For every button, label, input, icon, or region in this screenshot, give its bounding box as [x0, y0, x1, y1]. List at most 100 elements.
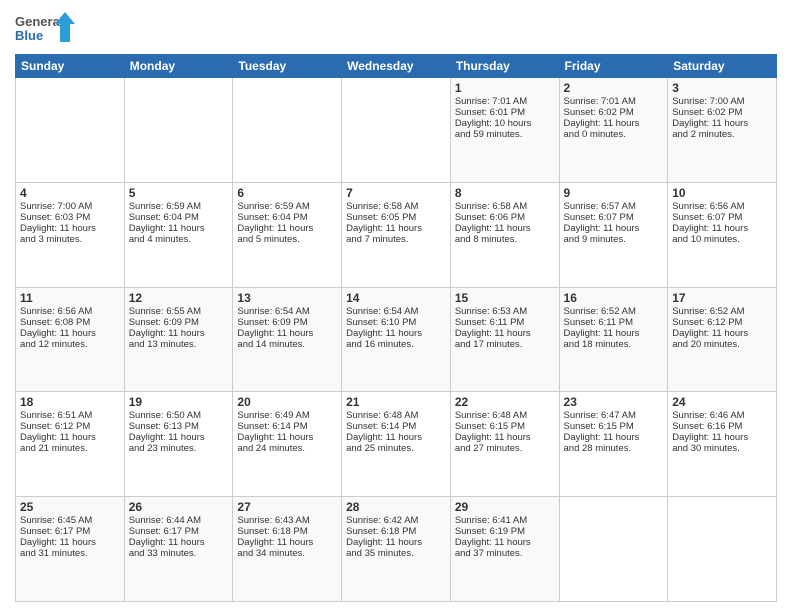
day-info-line: and 18 minutes. [564, 339, 664, 350]
day-info-line: Daylight: 11 hours [237, 223, 337, 234]
day-cell: 15Sunrise: 6:53 AMSunset: 6:11 PMDayligh… [450, 287, 559, 392]
day-number: 28 [346, 500, 446, 514]
day-info-line: Daylight: 11 hours [129, 328, 229, 339]
day-info-line: Sunset: 6:02 PM [564, 107, 664, 118]
day-number: 7 [346, 186, 446, 200]
day-info-line: Daylight: 11 hours [672, 328, 772, 339]
day-info-line: Daylight: 10 hours [455, 118, 555, 129]
day-number: 9 [564, 186, 664, 200]
day-info-line: and 24 minutes. [237, 443, 337, 454]
day-info-line: Sunset: 6:12 PM [20, 421, 120, 432]
day-info-line: Daylight: 11 hours [346, 537, 446, 548]
day-info-line: and 25 minutes. [346, 443, 446, 454]
day-cell: 18Sunrise: 6:51 AMSunset: 6:12 PMDayligh… [16, 392, 125, 497]
day-info-line: Sunrise: 6:41 AM [455, 515, 555, 526]
day-number: 2 [564, 81, 664, 95]
calendar-table: SundayMondayTuesdayWednesdayThursdayFrid… [15, 54, 777, 602]
day-info-line: Daylight: 11 hours [455, 432, 555, 443]
day-cell: 22Sunrise: 6:48 AMSunset: 6:15 PMDayligh… [450, 392, 559, 497]
day-info-line: Sunrise: 7:00 AM [672, 96, 772, 107]
day-info-line: Sunrise: 6:48 AM [455, 410, 555, 421]
day-info-line: Daylight: 11 hours [346, 432, 446, 443]
day-info-line: Daylight: 11 hours [564, 223, 664, 234]
day-info-line: Daylight: 11 hours [237, 328, 337, 339]
day-cell: 17Sunrise: 6:52 AMSunset: 6:12 PMDayligh… [668, 287, 777, 392]
day-info-line: Daylight: 11 hours [237, 537, 337, 548]
day-info-line: and 31 minutes. [20, 548, 120, 559]
day-info-line: and 17 minutes. [455, 339, 555, 350]
day-info-line: Sunrise: 7:01 AM [455, 96, 555, 107]
day-info-line: and 20 minutes. [672, 339, 772, 350]
header-day-monday: Monday [124, 55, 233, 78]
day-info-line: Sunset: 6:14 PM [346, 421, 446, 432]
day-info-line: Sunset: 6:11 PM [455, 317, 555, 328]
day-number: 19 [129, 395, 229, 409]
day-info-line: Sunset: 6:09 PM [237, 317, 337, 328]
week-row-3: 11Sunrise: 6:56 AMSunset: 6:08 PMDayligh… [16, 287, 777, 392]
header-day-saturday: Saturday [668, 55, 777, 78]
day-info-line: Daylight: 11 hours [237, 432, 337, 443]
day-cell [559, 497, 668, 602]
day-info-line: Sunset: 6:04 PM [129, 212, 229, 223]
day-info-line: and 9 minutes. [564, 234, 664, 245]
day-cell: 12Sunrise: 6:55 AMSunset: 6:09 PMDayligh… [124, 287, 233, 392]
day-info-line: Sunset: 6:08 PM [20, 317, 120, 328]
day-info-line: and 12 minutes. [20, 339, 120, 350]
day-info-line: and 7 minutes. [346, 234, 446, 245]
day-cell: 24Sunrise: 6:46 AMSunset: 6:16 PMDayligh… [668, 392, 777, 497]
day-info-line: Sunrise: 6:47 AM [564, 410, 664, 421]
day-info-line: Sunset: 6:18 PM [237, 526, 337, 537]
day-info-line: Sunset: 6:12 PM [672, 317, 772, 328]
day-cell: 7Sunrise: 6:58 AMSunset: 6:05 PMDaylight… [342, 182, 451, 287]
day-info-line: Sunrise: 6:51 AM [20, 410, 120, 421]
day-cell: 13Sunrise: 6:54 AMSunset: 6:09 PMDayligh… [233, 287, 342, 392]
day-info-line: Daylight: 11 hours [346, 223, 446, 234]
day-number: 3 [672, 81, 772, 95]
day-cell: 8Sunrise: 6:58 AMSunset: 6:06 PMDaylight… [450, 182, 559, 287]
day-number: 5 [129, 186, 229, 200]
day-number: 12 [129, 291, 229, 305]
day-cell [124, 78, 233, 183]
calendar-header: SundayMondayTuesdayWednesdayThursdayFrid… [16, 55, 777, 78]
day-info-line: and 34 minutes. [237, 548, 337, 559]
day-number: 1 [455, 81, 555, 95]
day-cell: 20Sunrise: 6:49 AMSunset: 6:14 PMDayligh… [233, 392, 342, 497]
day-number: 18 [20, 395, 120, 409]
day-info-line: Daylight: 11 hours [455, 223, 555, 234]
day-cell: 10Sunrise: 6:56 AMSunset: 6:07 PMDayligh… [668, 182, 777, 287]
day-info-line: and 23 minutes. [129, 443, 229, 454]
day-info-line: Sunrise: 6:52 AM [672, 306, 772, 317]
day-info-line: Daylight: 11 hours [20, 328, 120, 339]
day-info-line: Sunset: 6:17 PM [20, 526, 120, 537]
day-info-line: Daylight: 11 hours [672, 432, 772, 443]
day-info-line: Sunset: 6:17 PM [129, 526, 229, 537]
day-info-line: Sunrise: 6:53 AM [455, 306, 555, 317]
day-info-line: Sunrise: 6:43 AM [237, 515, 337, 526]
logo: GeneralBlue [15, 10, 75, 48]
day-cell: 11Sunrise: 6:56 AMSunset: 6:08 PMDayligh… [16, 287, 125, 392]
day-info-line: Sunset: 6:01 PM [455, 107, 555, 118]
day-number: 16 [564, 291, 664, 305]
day-info-line: and 33 minutes. [129, 548, 229, 559]
day-cell: 19Sunrise: 6:50 AMSunset: 6:13 PMDayligh… [124, 392, 233, 497]
day-info-line: Sunrise: 6:49 AM [237, 410, 337, 421]
day-cell: 27Sunrise: 6:43 AMSunset: 6:18 PMDayligh… [233, 497, 342, 602]
day-info-line: and 30 minutes. [672, 443, 772, 454]
day-cell: 3Sunrise: 7:00 AMSunset: 6:02 PMDaylight… [668, 78, 777, 183]
day-info-line: Sunrise: 6:59 AM [129, 201, 229, 212]
day-info-line: Daylight: 11 hours [564, 118, 664, 129]
header-day-thursday: Thursday [450, 55, 559, 78]
week-row-1: 1Sunrise: 7:01 AMSunset: 6:01 PMDaylight… [16, 78, 777, 183]
calendar-body: 1Sunrise: 7:01 AMSunset: 6:01 PMDaylight… [16, 78, 777, 602]
day-cell: 6Sunrise: 6:59 AMSunset: 6:04 PMDaylight… [233, 182, 342, 287]
day-info-line: and 14 minutes. [237, 339, 337, 350]
day-info-line: and 0 minutes. [564, 129, 664, 140]
day-cell: 23Sunrise: 6:47 AMSunset: 6:15 PMDayligh… [559, 392, 668, 497]
day-info-line: Sunrise: 7:00 AM [20, 201, 120, 212]
day-info-line: and 8 minutes. [455, 234, 555, 245]
day-number: 29 [455, 500, 555, 514]
day-info-line: Daylight: 11 hours [20, 223, 120, 234]
day-info-line: and 16 minutes. [346, 339, 446, 350]
day-info-line: Sunrise: 6:55 AM [129, 306, 229, 317]
svg-text:General: General [15, 14, 63, 29]
